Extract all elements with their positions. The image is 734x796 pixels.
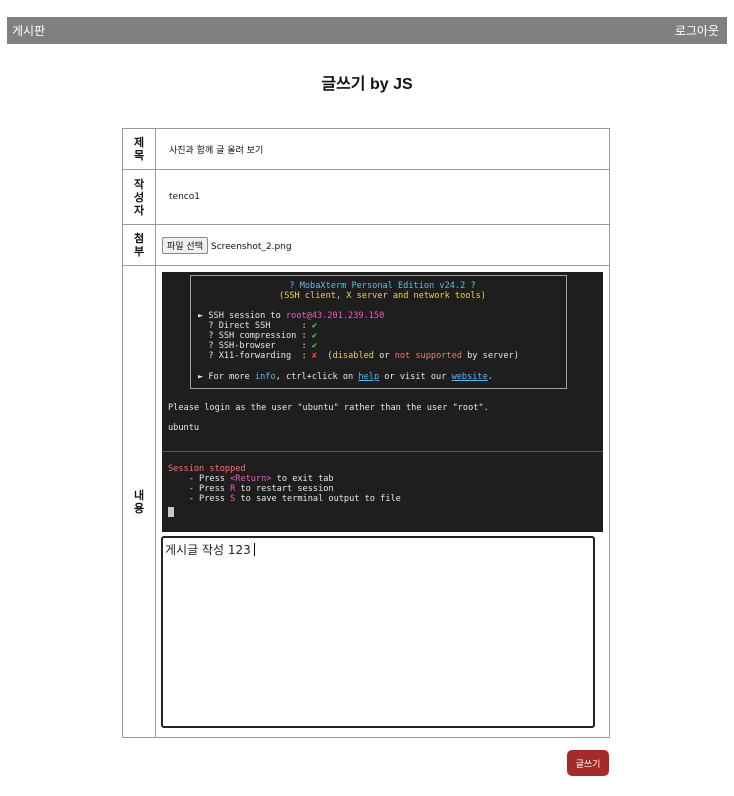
submit-button[interactable]: 글쓰기 (567, 750, 609, 776)
ssh-session-line: ► SSH session to root@43.201.239.150 (198, 311, 385, 321)
attachment-label: 첨 부 (122, 224, 156, 266)
title-field[interactable]: 사진과 함께 글 올려 보기 (155, 128, 610, 170)
content-editor[interactable]: 게시글 작성 123 (161, 536, 595, 728)
session-stopped: Session stopped (168, 464, 246, 474)
ssh-compression-line: ? SSH compression : ✔ (198, 331, 318, 341)
banner-subtitle: (SSH client, X server and network tools) (279, 291, 486, 301)
author-label: 작 성 자 (122, 169, 156, 225)
attached-terminal-screenshot: ? MobaXterm Personal Edition v24.2 ? (SS… (162, 272, 603, 532)
terminal-separator (162, 451, 603, 452)
board-link[interactable]: 게시판 (12, 22, 45, 39)
login-message: Please login as the user "ubuntu" rather… (168, 403, 489, 413)
press-return-line: - Press <Return> to exit tab (168, 474, 334, 484)
check-icon: ✔ (311, 321, 318, 331)
press-r-line: - Press R to restart session (168, 484, 334, 494)
check-icon: ✔ (311, 341, 318, 351)
logout-link[interactable]: 로그아웃 (675, 22, 719, 39)
attachment-field: 파일 선택 Screenshot_2.png (155, 224, 610, 266)
content-text: 게시글 작성 123 (165, 543, 251, 557)
check-icon: ✔ (311, 331, 318, 341)
more-info-line: ► For more info, ctrl+click on help or v… (198, 372, 493, 382)
title-label: 제 목 (122, 128, 156, 170)
content-row: 내 용 ? MobaXterm Personal Edition v24.2 ?… (122, 265, 610, 738)
ubuntu-line: ubuntu (168, 423, 200, 433)
text-caret (253, 543, 255, 556)
author-row: 작 성 자 tenco1 (122, 169, 610, 225)
banner-title: ? MobaXterm Personal Edition v24.2 ? (289, 281, 476, 291)
cross-icon: ✘ (311, 351, 318, 361)
top-nav-bar: 게시판 로그아웃 (7, 17, 727, 44)
page-title: 글쓰기 by JS (321, 76, 413, 93)
content-label: 내 용 (122, 265, 156, 738)
file-select-button[interactable]: 파일 선택 (162, 236, 208, 254)
terminal-cursor (168, 507, 174, 517)
content-cell: ? MobaXterm Personal Edition v24.2 ? (SS… (155, 265, 610, 738)
direct-ssh-line: ? Direct SSH : ✔ (198, 321, 318, 331)
write-form-table: 제 목 사진과 함께 글 올려 보기 작 성 자 tenco1 첨 부 파일 선… (122, 128, 610, 738)
selected-file-name: Screenshot_2.png (210, 241, 292, 252)
press-s-line: - Press S to save terminal output to fil… (168, 494, 401, 504)
ssh-browser-line: ? SSH-browser : ✔ (198, 341, 318, 351)
author-field: tenco1 (155, 169, 610, 225)
x11-forwarding-line: ? X11-forwarding : ✘ (disabled or not su… (198, 351, 519, 361)
title-row: 제 목 사진과 함께 글 올려 보기 (122, 128, 610, 170)
attachment-row: 첨 부 파일 선택 Screenshot_2.png (122, 224, 610, 266)
